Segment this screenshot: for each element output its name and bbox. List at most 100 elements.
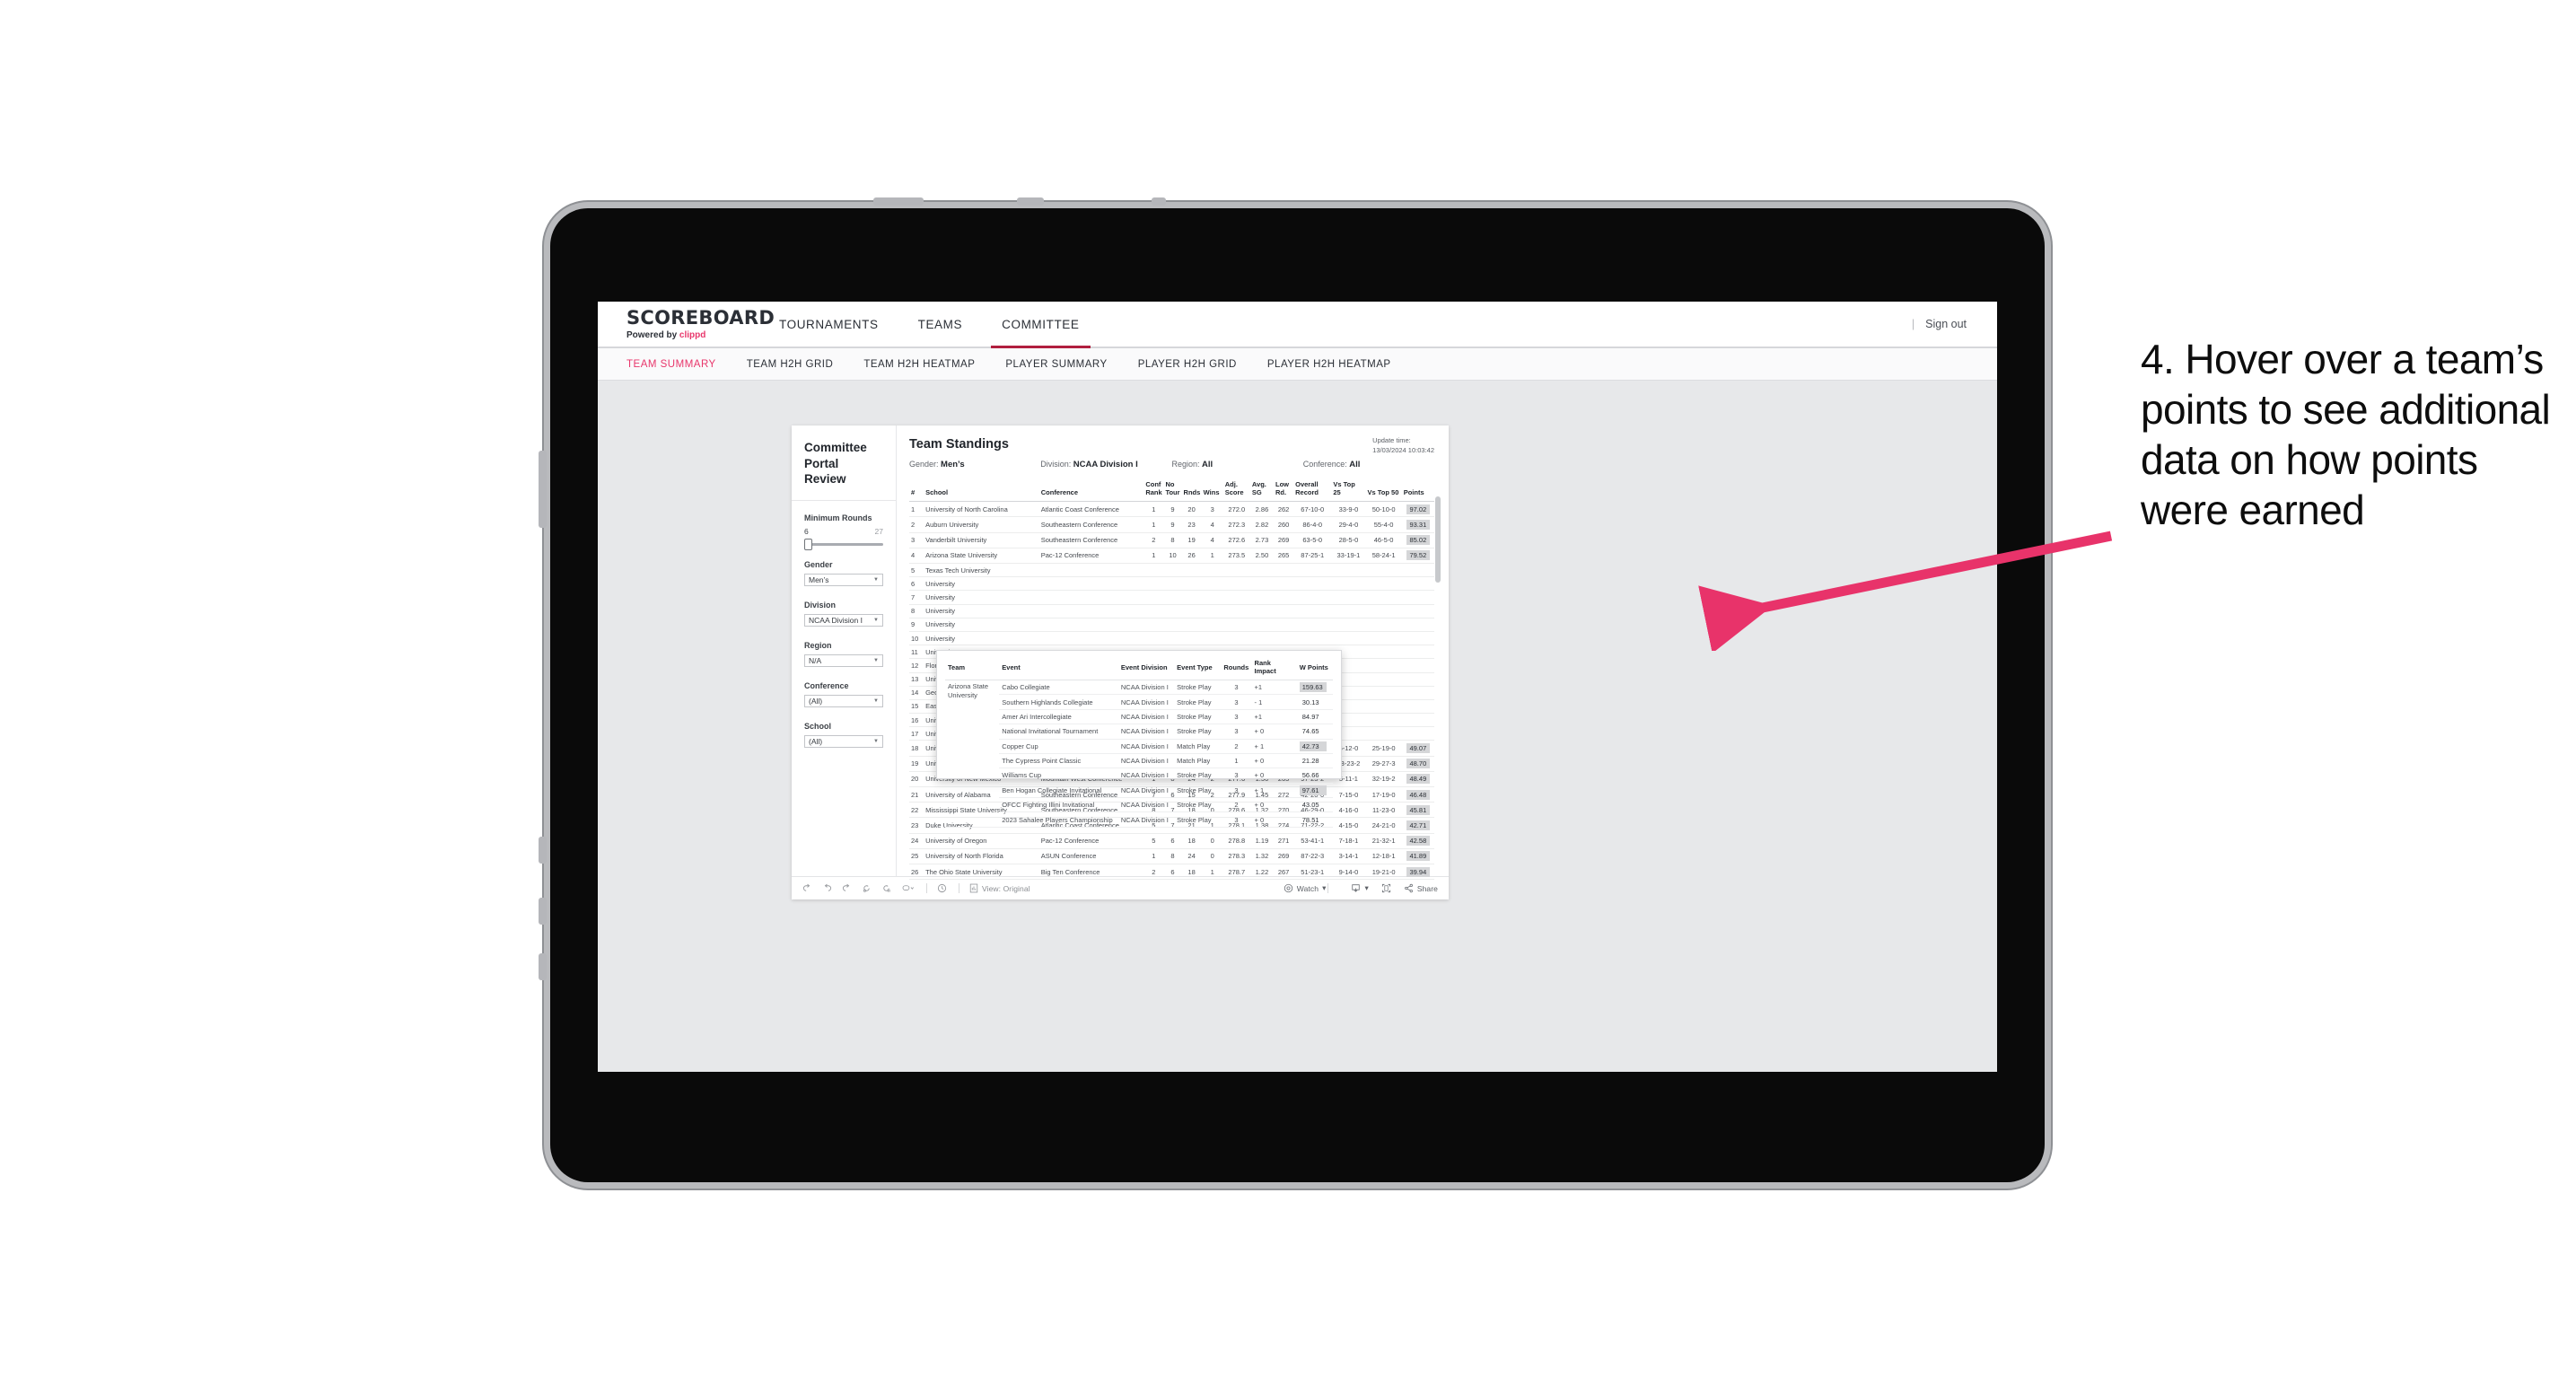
refresh-icon[interactable] — [862, 883, 872, 893]
points-cell[interactable]: 93.31 — [1401, 516, 1434, 533]
event-w-points-cell: 42.73 — [1296, 739, 1333, 754]
col-conf-rank[interactable]: Conf Rank — [1143, 478, 1164, 503]
minimum-rounds-slider[interactable] — [804, 538, 883, 550]
points-cell[interactable]: 45.81 — [1401, 802, 1434, 819]
tab-team-summary[interactable]: TEAM SUMMARY — [626, 359, 716, 370]
col-low-rd[interactable]: Low Rd. — [1274, 478, 1294, 503]
region-select[interactable]: N/A ▼ — [804, 654, 883, 667]
points-cell[interactable]: 39.94 — [1401, 864, 1434, 881]
table-row[interactable]: 3 Vanderbilt University Southeastern Confe… — [909, 532, 1434, 548]
low-rd-cell: 262 — [1274, 501, 1294, 518]
col-adj-score[interactable]: Adj. Score — [1222, 478, 1250, 503]
points-cell[interactable] — [1401, 618, 1434, 632]
points-cell[interactable] — [1401, 563, 1434, 578]
points-cell[interactable]: 48.49 — [1401, 771, 1434, 788]
school-select[interactable]: (All) ▼ — [804, 734, 883, 748]
points-cell[interactable] — [1401, 672, 1434, 687]
avg-sg-cell: 1.22 — [1249, 864, 1275, 881]
points-cell[interactable] — [1401, 713, 1434, 728]
col-vs-top-25[interactable]: Vs Top 25 — [1331, 478, 1366, 503]
points-cell[interactable]: 48.70 — [1401, 756, 1434, 772]
points-cell[interactable]: 49.07 — [1401, 740, 1434, 757]
redo-icon[interactable] — [822, 883, 832, 893]
points-cell[interactable] — [1401, 726, 1434, 741]
points-cell[interactable] — [1401, 576, 1434, 592]
brand-logo[interactable]: SCOREBOARD Powered by clippd — [598, 308, 775, 340]
points-cell[interactable] — [1401, 604, 1434, 618]
col-school[interactable]: School — [924, 478, 1039, 503]
tab-player-h2h-heatmap[interactable]: PLAYER H2H HEATMAP — [1267, 359, 1391, 370]
division-select[interactable]: NCAA Division I ▼ — [804, 613, 883, 627]
col-wins[interactable]: Wins — [1201, 478, 1223, 503]
low-rd-cell — [1274, 576, 1294, 592]
vs-top-50-cell: 17-19-0 — [1365, 786, 1402, 803]
table-row[interactable]: 25 University of North Florida ASUN Confer… — [909, 848, 1434, 864]
col-vs-top-50[interactable]: Vs Top 50 — [1365, 478, 1402, 503]
scrollbar-thumb[interactable] — [1435, 496, 1441, 583]
tab-team-h2h-heatmap[interactable]: TEAM H2H HEATMAP — [863, 359, 975, 370]
col-avg-sg[interactable]: Avg. SG — [1249, 478, 1275, 503]
points-cell[interactable] — [1401, 686, 1434, 700]
points-cell[interactable] — [1401, 699, 1434, 715]
nav-item-teams[interactable]: TEAMS — [898, 302, 983, 346]
col-rnds[interactable]: Rnds — [1181, 478, 1202, 503]
event-rounds-cell: 3 — [1221, 811, 1252, 828]
col-rank[interactable]: # — [909, 478, 924, 503]
points-cell[interactable]: 46.48 — [1401, 786, 1434, 803]
table-row[interactable]: 9 University — [909, 618, 1434, 632]
points-cell[interactable]: 42.71 — [1401, 817, 1434, 834]
points-cell[interactable]: 42.58 — [1401, 833, 1434, 849]
table-row[interactable]: 8 University — [909, 604, 1434, 618]
nav-item-tournaments[interactable]: TOURNAMENTS — [759, 302, 898, 346]
table-row[interactable]: 24 University of Oregon Pac-12 Conference 5… — [909, 833, 1434, 849]
col-overall-record[interactable]: Overall Record — [1293, 478, 1332, 503]
alerts-icon[interactable] — [901, 883, 915, 893]
points-cell[interactable] — [1401, 658, 1434, 673]
col-conference[interactable]: Conference — [1038, 478, 1144, 503]
list-item: Arizona State University Cabo Collegiate N… — [945, 680, 1333, 828]
event-division-cell: NCAA Division I — [1117, 709, 1175, 725]
col-points[interactable]: Points — [1401, 478, 1434, 503]
avg-sg-cell — [1249, 604, 1275, 618]
vs-top-50-cell — [1365, 631, 1402, 646]
table-row[interactable]: 1 University of North Carolina Atlantic Co… — [909, 501, 1434, 518]
rank-cell: 7 — [909, 590, 924, 605]
conference-select[interactable]: (All) ▼ — [804, 694, 883, 707]
table-row[interactable]: 5 Texas Tech University — [909, 563, 1434, 578]
col-team: Team — [945, 657, 1000, 680]
nav-item-committee[interactable]: COMMITTEE — [982, 302, 1099, 348]
points-cell[interactable] — [1401, 645, 1434, 660]
pause-auto-update-icon[interactable] — [881, 883, 891, 893]
points-cell[interactable]: 97.02 — [1401, 501, 1434, 518]
table-row[interactable]: 7 University — [909, 590, 1434, 605]
download-button[interactable]: ▾ — [1351, 883, 1369, 893]
table-row[interactable]: 6 University — [909, 576, 1434, 592]
event-name-cell: Amer Ari Intercollegiate — [999, 709, 1118, 725]
table-row[interactable]: 2 Auburn University Southeastern Conferenc… — [909, 516, 1434, 533]
share-button[interactable]: Share — [1404, 883, 1438, 893]
tab-player-h2h-grid[interactable]: PLAYER H2H GRID — [1138, 359, 1237, 370]
gender-select[interactable]: Men’s ▼ — [804, 573, 883, 586]
sign-out-link[interactable]: Sign out — [1925, 318, 1967, 330]
table-row[interactable]: 10 University — [909, 631, 1434, 646]
watch-button[interactable]: Watch ▾ — [1284, 883, 1327, 893]
school-cell: University of Oregon — [924, 833, 1039, 849]
vs-top-50-cell — [1365, 563, 1402, 578]
table-row[interactable]: 4 Arizona State University Pac-12 Conferen… — [909, 548, 1434, 565]
history-icon[interactable] — [937, 883, 947, 893]
col-no-tour[interactable]: No Tour — [1163, 478, 1182, 503]
points-cell[interactable]: 79.52 — [1401, 548, 1434, 565]
points-cell[interactable]: 85.02 — [1401, 532, 1434, 548]
tab-team-h2h-grid[interactable]: TEAM H2H GRID — [747, 359, 834, 370]
revert-icon[interactable] — [842, 883, 852, 893]
tab-player-summary[interactable]: PLAYER SUMMARY — [1005, 359, 1107, 370]
points-cell[interactable] — [1401, 590, 1434, 605]
table-row[interactable]: 26 The Ohio State University Big Ten Confe… — [909, 864, 1434, 881]
fullscreen-button[interactable] — [1381, 883, 1391, 893]
points-cell[interactable] — [1401, 631, 1434, 646]
slider-thumb[interactable] — [804, 538, 812, 550]
points-cell[interactable]: 41.89 — [1401, 848, 1434, 864]
standings-scrollbar[interactable] — [1435, 496, 1441, 766]
view-original-button[interactable]: View: Original — [969, 883, 1030, 893]
undo-icon[interactable] — [802, 883, 812, 893]
